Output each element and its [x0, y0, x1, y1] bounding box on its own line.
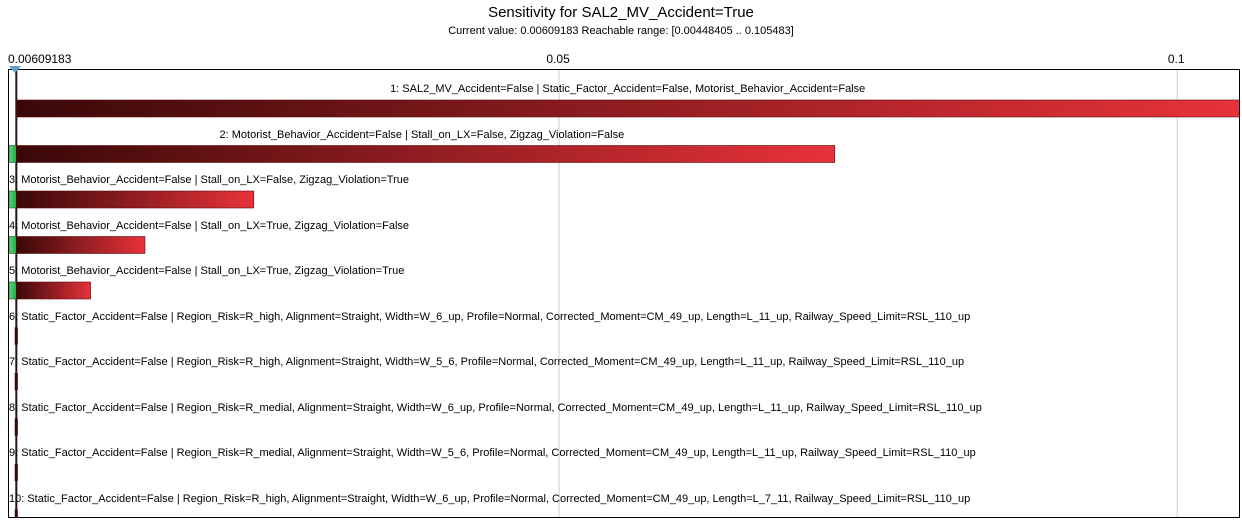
bar-tick-segment	[14, 418, 18, 436]
bar-tick-segment	[14, 509, 18, 517]
current-value-label: Current value:	[448, 25, 518, 37]
bar-low-segment	[9, 190, 17, 209]
bar-label: 3: Motorist_Behavior_Accident=False | St…	[9, 174, 410, 186]
current-value-marker-icon	[9, 66, 22, 73]
bar-high-segment	[16, 236, 146, 254]
chart-subtitle: Current value: 0.00609183 Reachable rang…	[0, 25, 1242, 38]
reachable-range-label: Reachable range:	[581, 25, 669, 37]
bar-low-segment	[9, 145, 17, 163]
x-tick-label: 0.1	[1167, 52, 1185, 66]
x-tick-label: 0.05	[546, 52, 570, 66]
bar-high-segment	[16, 281, 91, 300]
current-value: 0.00609183	[520, 25, 579, 37]
bar-label: 6: Static_Factor_Accident=False | Region…	[9, 310, 971, 323]
bar-label: 5: Motorist_Behavior_Accident=False | St…	[9, 265, 405, 277]
bar-label: 1: SAL2_MV_Accident=False | Static_Facto…	[390, 83, 866, 95]
bar-label: 8: Static_Factor_Accident=False | Region…	[9, 401, 982, 414]
bar-low-segment	[9, 281, 17, 300]
bar-high-segment	[16, 99, 1239, 118]
bar-tick-segment	[14, 327, 18, 345]
reachable-range-value: [0.00448405 .. 0.105483]	[671, 25, 794, 37]
bar-label: 7: Static_Factor_Accident=False | Region…	[9, 356, 965, 368]
bar-label: 4: Motorist_Behavior_Accident=False | St…	[9, 219, 410, 232]
bar-high-segment	[16, 190, 255, 209]
bar-label: 9: Static_Factor_Accident=False | Region…	[9, 447, 976, 459]
bar-label: 2: Motorist_Behavior_Accident=False | St…	[219, 128, 625, 141]
bar-tick-segment	[14, 464, 18, 481]
chart-title: Sensitivity for SAL2_MV_Accident=True	[488, 4, 754, 21]
bar-high-segment	[16, 145, 836, 163]
bar-tick-segment	[14, 373, 18, 390]
bar-label: 10: Static_Factor_Accident=False | Regio…	[9, 492, 971, 505]
x-tick-label: 0.00609183	[8, 52, 72, 66]
sensitivity-plot-area: 1: SAL2_MV_Accident=False | Static_Facto…	[8, 69, 1240, 518]
bar-low-segment	[9, 236, 17, 254]
